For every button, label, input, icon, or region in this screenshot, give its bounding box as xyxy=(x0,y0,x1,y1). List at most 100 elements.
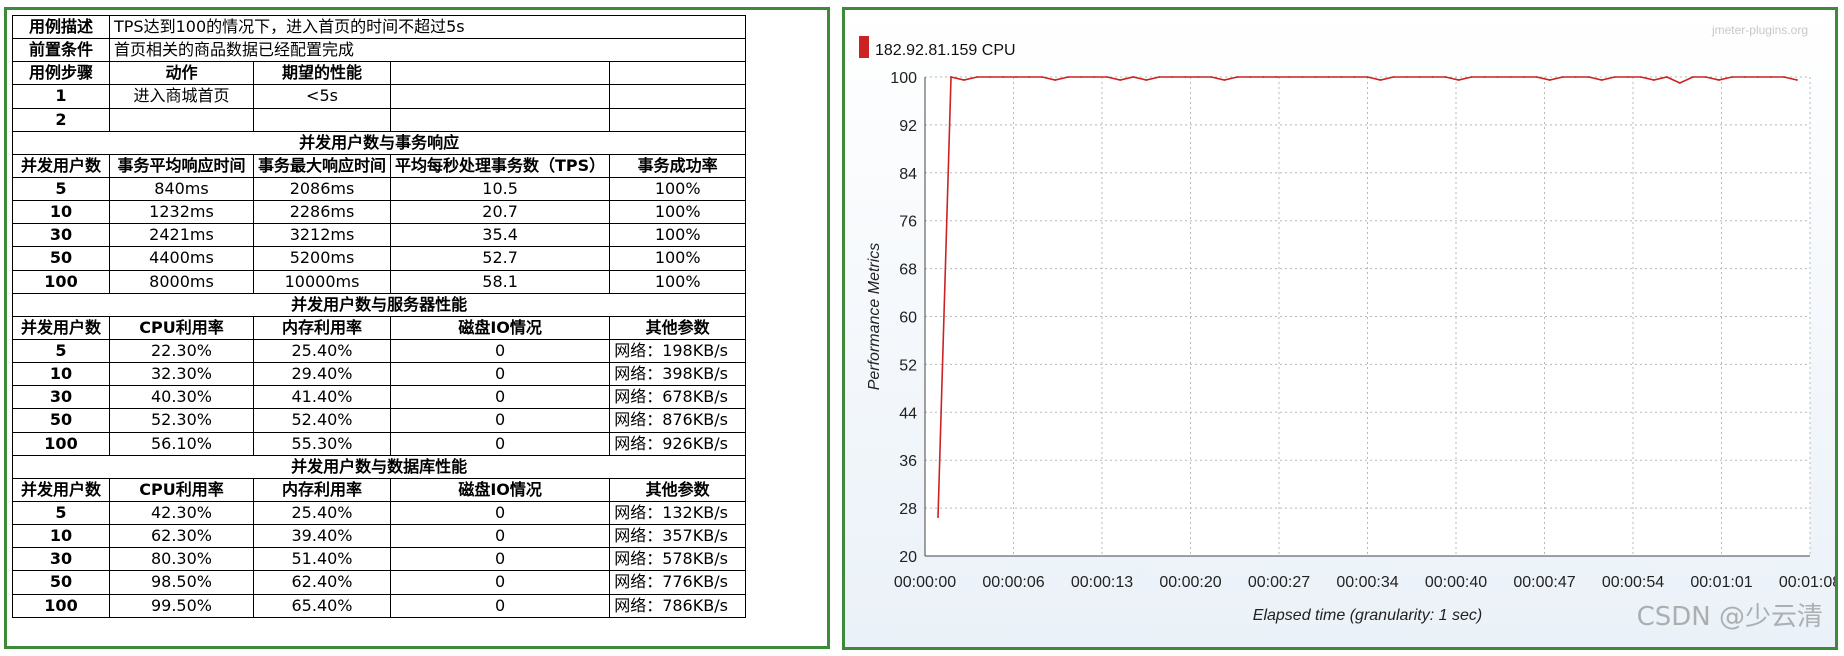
cpu-data-point xyxy=(1613,76,1616,78)
steps-header-cell: 用例步骤 xyxy=(12,61,110,86)
cpu-data-point xyxy=(1392,76,1395,78)
x-tick-label: 00:00:54 xyxy=(1602,574,1664,591)
section3-header-row: 并发用户数 CPU利用率 内存利用率 磁盘IO情况 其他参数 xyxy=(12,477,747,502)
desc-value: TPS达到100的情况下，进入首页的时间不超过5s xyxy=(108,14,747,40)
user-count-cell: 10 xyxy=(12,524,110,549)
x-tick-label: 00:00:34 xyxy=(1336,574,1398,591)
step-cell: 进入商城首页 xyxy=(109,84,254,109)
y-tick-label: 84 xyxy=(899,166,917,183)
cpu-data-point xyxy=(1444,76,1447,78)
cpu-data-point xyxy=(1249,76,1252,78)
user-count-cell: 10 xyxy=(12,362,110,387)
user-count-cell: 30 xyxy=(12,547,110,572)
data-cell: 10000ms xyxy=(252,269,392,294)
cpu-data-point xyxy=(1379,79,1382,81)
data-cell: 25.40% xyxy=(252,500,392,526)
x-tick-label: 00:01:01 xyxy=(1690,574,1752,591)
cpu-data-point xyxy=(1731,76,1733,78)
cpu-data-point xyxy=(1796,79,1798,81)
steps-header-cell xyxy=(390,61,611,86)
data-cell: 网络：926KB/s xyxy=(609,431,747,456)
data-cell: 0 xyxy=(390,593,611,618)
cpu-data-point xyxy=(1301,76,1304,78)
step-row: 1 进入商城首页 <5s xyxy=(12,84,747,109)
data-cell: 99.50% xyxy=(109,593,254,618)
cpu-data-point xyxy=(1002,76,1004,78)
data-row: 30 2421ms 3212ms 35.4 100% xyxy=(12,223,747,248)
data-cell: 840ms xyxy=(109,176,254,202)
jmeter-watermark: jmeter-plugins.org xyxy=(1711,23,1808,37)
data-cell: 5200ms xyxy=(252,246,392,271)
data-cell: 32.30% xyxy=(109,362,254,387)
user-count-cell: 30 xyxy=(12,223,110,248)
cpu-data-point xyxy=(1314,76,1317,78)
data-cell: 41.40% xyxy=(252,385,392,410)
data-cell: 100% xyxy=(609,200,747,225)
data-cell: 65.40% xyxy=(252,593,392,618)
y-axis-title: Performance Metrics xyxy=(866,243,883,391)
section-header-cell: 平均每秒处理事务数（TPS） xyxy=(390,153,611,178)
y-tick-label: 76 xyxy=(899,214,917,231)
section-header-cell: 磁盘IO情况 xyxy=(390,315,611,340)
y-tick-label: 20 xyxy=(899,549,917,566)
y-tick-label: 28 xyxy=(899,501,917,518)
section-header-cell: 内存利用率 xyxy=(252,315,392,340)
data-row: 50 52.30% 52.40% 0 网络：876KB/s xyxy=(12,408,747,433)
cpu-data-point xyxy=(1054,79,1057,81)
cpu-data-point xyxy=(1561,76,1564,78)
steps-header-cell: 期望的性能 xyxy=(252,61,392,86)
step-cell xyxy=(109,107,254,132)
user-count-cell: 100 xyxy=(12,269,110,294)
data-cell: 62.30% xyxy=(109,524,254,549)
cpu-data-point xyxy=(1067,76,1070,78)
section3-title: 并发用户数与数据库性能 xyxy=(11,454,747,479)
y-tick-label: 52 xyxy=(899,357,917,374)
y-tick-label: 68 xyxy=(899,262,917,279)
x-tick-label: 00:00:00 xyxy=(894,574,956,591)
cpu-data-point xyxy=(1717,79,1720,81)
cpu-data-point xyxy=(1366,76,1369,78)
data-cell: 80.30% xyxy=(109,547,254,572)
section-header-cell: 其他参数 xyxy=(609,477,747,502)
data-cell: 100% xyxy=(609,246,747,271)
user-count-cell: 30 xyxy=(12,385,110,410)
cpu-data-point xyxy=(1145,79,1148,81)
section3-title-row: 并发用户数与数据库性能 xyxy=(11,454,747,479)
cpu-data-point xyxy=(1405,76,1408,78)
cpu-data-point xyxy=(1770,76,1772,78)
cpu-data-point xyxy=(1665,76,1668,78)
data-cell: 25.40% xyxy=(252,338,392,364)
data-cell: 0 xyxy=(390,570,611,595)
data-row: 50 4400ms 5200ms 52.7 100% xyxy=(12,246,747,271)
test-case-panel: 用例描述 TPS达到100的情况下，进入首页的时间不超过5s 前置条件 首页相关的商品… xyxy=(4,7,830,649)
section-header-cell: 并发用户数 xyxy=(12,153,110,178)
cpu-data-point xyxy=(1783,76,1785,78)
steps-header-row: 用例步骤 动作 期望的性能 xyxy=(12,61,747,86)
cpu-data-point xyxy=(1431,76,1434,78)
data-cell: 10.5 xyxy=(390,176,611,202)
data-cell: 100% xyxy=(609,223,747,248)
cpu-data-point xyxy=(1574,76,1577,78)
cpu-data-point xyxy=(1457,79,1460,81)
data-cell: 0 xyxy=(390,362,611,387)
cpu-data-point xyxy=(1106,76,1109,78)
x-tick-label: 00:00:40 xyxy=(1425,574,1487,591)
user-count-cell: 5 xyxy=(12,500,110,526)
cpu-data-point xyxy=(1626,76,1629,78)
data-cell: 2286ms xyxy=(252,200,392,225)
cpu-data-point xyxy=(1691,76,1694,78)
cpu-data-point xyxy=(1678,82,1681,84)
data-cell: 网络：357KB/s xyxy=(609,524,747,549)
cpu-data-point xyxy=(1600,79,1603,81)
data-cell: 58.1 xyxy=(390,269,611,294)
section2-title: 并发用户数与服务器性能 xyxy=(11,292,747,317)
data-cell: 0 xyxy=(390,408,611,433)
data-cell: 网络：132KB/s xyxy=(609,500,747,526)
cpu-data-point xyxy=(1275,76,1278,78)
data-cell: 2421ms xyxy=(109,223,254,248)
y-tick-label: 92 xyxy=(899,118,917,135)
data-cell: 0 xyxy=(390,500,611,526)
cpu-data-point xyxy=(1288,76,1291,78)
data-cell: 40.30% xyxy=(109,385,254,410)
data-cell: 100% xyxy=(609,269,747,294)
